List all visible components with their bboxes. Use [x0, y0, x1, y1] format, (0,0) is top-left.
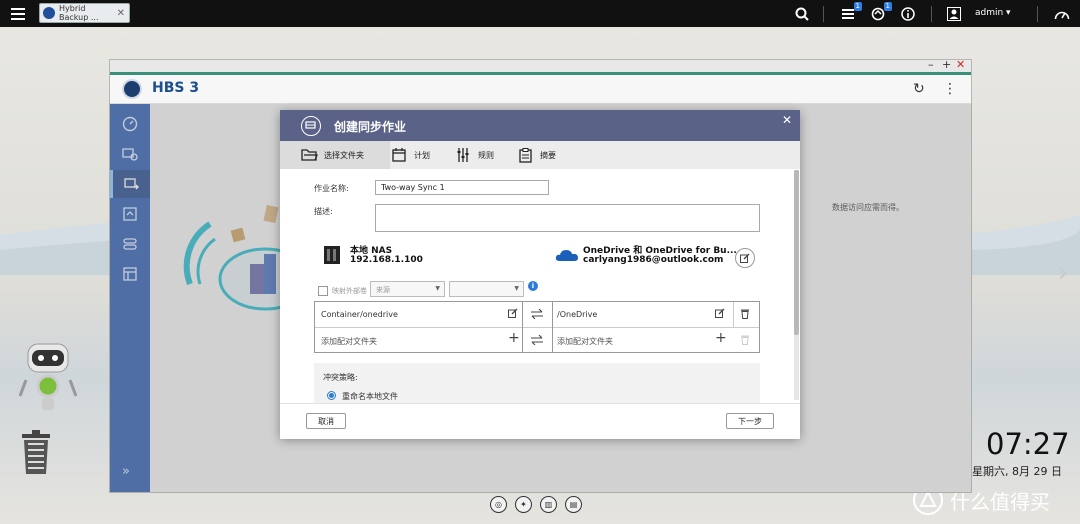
step-select-folder[interactable]: 选择文件夹: [300, 141, 364, 169]
maximize-icon[interactable]: +: [942, 58, 951, 71]
edit-icon[interactable]: [715, 308, 725, 318]
dock-tools-icon[interactable]: ✦: [515, 496, 532, 513]
hbs-app-icon: [43, 7, 55, 19]
local-folder: Container/onedrive: [321, 310, 398, 319]
rename-local-radio[interactable]: [327, 391, 336, 400]
search-icon[interactable]: [792, 4, 812, 24]
volume-select[interactable]: ▼: [449, 281, 524, 297]
direction-column: [522, 302, 553, 352]
taskbar: Hybrid Backup ... ✕ 1 1 admin ▾: [0, 0, 1080, 27]
conflict-policy-section: 冲突策略: 重命名本地文件: [314, 363, 760, 403]
divider: [1037, 6, 1038, 22]
desktop-clock: 07:27: [986, 427, 1070, 461]
map-external-label: 映射外部卷: [332, 287, 367, 295]
dialog-footer: 取消 下一步: [280, 403, 800, 439]
chevron-down-icon: ▼: [514, 285, 519, 292]
clipboard-icon: [516, 146, 534, 164]
column-divider: [733, 302, 734, 327]
chevron-down-icon: ▼: [435, 285, 440, 292]
job-name-label: 作业名称:: [314, 184, 349, 193]
step-rules[interactable]: 规则: [454, 141, 494, 169]
map-external-checkbox[interactable]: [318, 286, 328, 296]
dialog-close-icon[interactable]: ✕: [782, 113, 792, 127]
sync-status-icon[interactable]: 1: [868, 2, 892, 24]
add-local-plus-icon[interactable]: +: [508, 330, 520, 346]
add-remote-folder[interactable]: 添加配对文件夹: [557, 336, 613, 347]
edit-icon[interactable]: [508, 308, 518, 318]
rename-local-label: 重命名本地文件: [342, 392, 398, 401]
create-sync-job-dialog: 创建同步作业 ✕ 选择文件夹 计划 规则 摘要 作业名称: 描述: 本地 NAS…: [280, 110, 800, 439]
source-select[interactable]: 来源 ▼: [370, 281, 445, 297]
dock-apps-icon[interactable]: ▥: [540, 496, 557, 513]
divider: [931, 6, 932, 22]
step-summary[interactable]: 摘要: [516, 141, 556, 169]
dialog-header: 创建同步作业 ✕: [280, 110, 800, 141]
edit-icon: [740, 253, 750, 263]
sliders-icon: [454, 146, 472, 164]
window-close-icon[interactable]: ✕: [956, 58, 965, 71]
source-select-value: 来源: [376, 286, 390, 294]
remote-cloud-account: carlyang1986@outlook.com: [583, 255, 724, 265]
window-header: HBS 3 ↻ ⋮: [110, 72, 971, 104]
edit-destination-button[interactable]: [735, 248, 755, 268]
conflict-policy-label: 冲突策略:: [323, 373, 358, 382]
folder-icon: [300, 146, 318, 164]
desktop-date: 星期六, 8月 29 日: [972, 465, 1062, 478]
cancel-button[interactable]: 取消: [306, 413, 346, 429]
sync-badge: 1: [883, 2, 892, 11]
hbs-logo-icon: [122, 79, 142, 99]
info-icon[interactable]: i: [528, 281, 538, 291]
step-label: 选择文件夹: [324, 150, 364, 160]
app-tab-label: Hybrid Backup ...: [59, 4, 99, 22]
step-schedule[interactable]: 计划: [390, 141, 430, 169]
onedrive-cloud-icon: [555, 250, 578, 261]
local-nas-address: 192.168.1.100: [350, 255, 423, 265]
window-titlebar: – + ✕: [110, 58, 971, 72]
app-tab-hybrid-backup[interactable]: Hybrid Backup ... ✕: [39, 3, 130, 23]
add-local-folder[interactable]: 添加配对文件夹: [321, 336, 377, 347]
robot-assistant-icon[interactable]: [18, 342, 78, 416]
dialog-title: 创建同步作业: [334, 120, 407, 134]
dialog-scrollbar[interactable]: [794, 170, 799, 400]
user-avatar-icon[interactable]: [944, 4, 964, 24]
wizard-steps: 选择文件夹 计划 规则 摘要: [280, 141, 800, 169]
calendar-icon: [390, 146, 408, 164]
dock-storage-icon[interactable]: ▤: [565, 496, 582, 513]
sync-job-icon: [301, 116, 321, 136]
remote-folder: /OneDrive: [557, 310, 598, 319]
description-input[interactable]: [375, 204, 760, 232]
step-label: 计划: [414, 150, 430, 160]
background-tasks-icon[interactable]: 1: [838, 2, 862, 24]
description-label: 描述:: [314, 207, 333, 216]
step-label: 规则: [478, 150, 494, 160]
trash-icon[interactable]: [740, 308, 750, 319]
refresh-icon[interactable]: ↻: [913, 81, 925, 97]
chevron-right-icon[interactable]: ›: [1058, 258, 1068, 288]
dock: ◎ ✦ ▥ ▤: [490, 496, 582, 513]
more-options-icon[interactable]: ⋮: [943, 81, 957, 97]
info-icon[interactable]: [898, 4, 918, 24]
recycle-bin-icon[interactable]: [18, 430, 54, 476]
dashboard-gauge-icon[interactable]: [1052, 4, 1072, 24]
next-button[interactable]: 下一步: [726, 413, 774, 429]
menu-icon[interactable]: [8, 4, 28, 24]
tasks-badge: 1: [853, 2, 862, 11]
trash-icon: [741, 335, 749, 345]
add-remote-plus-icon[interactable]: +: [715, 330, 727, 346]
job-name-input[interactable]: [375, 180, 549, 195]
close-icon[interactable]: ✕: [117, 8, 125, 19]
minimize-icon[interactable]: –: [928, 58, 934, 71]
user-menu[interactable]: admin ▾: [975, 8, 1011, 18]
folder-pair-table: Container/onedrive /OneDrive 添加配对文件夹 + 添…: [314, 301, 760, 353]
step-label: 摘要: [540, 150, 556, 160]
dock-sync-icon[interactable]: ◎: [490, 496, 507, 513]
scrollbar-thumb[interactable]: [794, 170, 799, 335]
window-title: HBS 3: [152, 80, 200, 96]
divider: [823, 6, 824, 22]
nas-icon: [324, 246, 340, 264]
